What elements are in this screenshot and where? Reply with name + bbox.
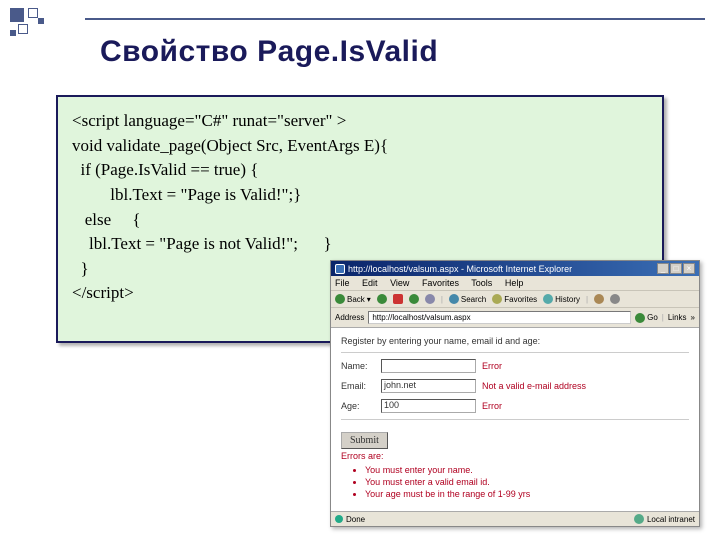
menu-favorites[interactable]: Favorites — [422, 278, 459, 288]
address-input[interactable]: http://localhost/valsum.aspx — [368, 311, 631, 324]
close-button[interactable]: × — [683, 263, 695, 274]
menu-view[interactable]: View — [390, 278, 409, 288]
submit-button[interactable]: Submit — [341, 432, 388, 449]
name-label: Name: — [341, 361, 375, 371]
age-input[interactable]: 100 — [381, 399, 476, 413]
status-text: Done — [346, 515, 365, 524]
age-label: Age: — [341, 401, 375, 411]
browser-window: http://localhost/valsum.aspx - Microsoft… — [330, 260, 700, 527]
status-icon — [335, 515, 343, 523]
name-error: Error — [482, 361, 502, 371]
name-input[interactable] — [381, 359, 476, 373]
search-icon — [449, 294, 459, 304]
age-error: Error — [482, 401, 502, 411]
email-error: Not a valid e-mail address — [482, 381, 586, 391]
home-button[interactable] — [425, 294, 435, 304]
menu-help[interactable]: Help — [505, 278, 524, 288]
slide-top-border — [85, 18, 705, 20]
browser-addressbar: Address http://localhost/valsum.aspx Go … — [331, 308, 699, 328]
go-button[interactable]: Go — [635, 313, 658, 323]
page-title: Свойство Page.IsValid — [100, 35, 438, 69]
ie-icon — [335, 264, 345, 274]
code-line: else { — [72, 208, 648, 233]
menu-edit[interactable]: Edit — [362, 278, 378, 288]
search-button[interactable]: Search — [449, 294, 486, 304]
favorites-button[interactable]: Favorites — [492, 294, 537, 304]
print-button[interactable] — [610, 294, 620, 304]
menu-file[interactable]: File — [335, 278, 350, 288]
history-icon — [543, 294, 553, 304]
browser-menubar: File Edit View Favorites Tools Help — [331, 276, 699, 291]
mail-icon — [594, 294, 604, 304]
code-line: <script language="C#" runat="server" > — [72, 109, 648, 134]
code-line: lbl.Text = "Page is not Valid!"; } — [72, 232, 648, 257]
age-row: Age: 100 Error — [341, 399, 689, 413]
error-item: Your age must be in the range of 1-99 yr… — [365, 489, 689, 499]
history-button[interactable]: History — [543, 294, 580, 304]
mail-button[interactable] — [594, 294, 604, 304]
code-line: lbl.Text = "Page is Valid!";} — [72, 183, 648, 208]
browser-statusbar: Done Local intranet — [331, 511, 699, 526]
intranet-icon — [634, 514, 644, 524]
error-list: You must enter your name. You must enter… — [365, 465, 689, 499]
minimize-button[interactable]: _ — [657, 263, 669, 274]
menu-tools[interactable]: Tools — [471, 278, 492, 288]
refresh-icon — [409, 294, 419, 304]
favorites-icon — [492, 294, 502, 304]
refresh-button[interactable] — [409, 294, 419, 304]
browser-title-text: http://localhost/valsum.aspx - Microsoft… — [348, 264, 572, 274]
forward-button[interactable] — [377, 294, 387, 304]
links-chevron-icon: » — [691, 313, 695, 322]
back-arrow-icon — [335, 294, 345, 304]
forward-arrow-icon — [377, 294, 387, 304]
page-content: Register by entering your name, email id… — [331, 328, 699, 511]
back-button[interactable]: Back ▾ — [335, 294, 371, 304]
maximize-button[interactable]: □ — [670, 263, 682, 274]
error-item: You must enter a valid email id. — [365, 477, 689, 487]
address-label: Address — [335, 313, 364, 322]
go-icon — [635, 313, 645, 323]
browser-titlebar: http://localhost/valsum.aspx - Microsoft… — [331, 261, 699, 276]
stop-icon — [393, 294, 403, 304]
home-icon — [425, 294, 435, 304]
email-row: Email: john.net Not a valid e-mail addre… — [341, 379, 689, 393]
print-icon — [610, 294, 620, 304]
form-heading: Register by entering your name, email id… — [341, 336, 689, 346]
name-row: Name: Error — [341, 359, 689, 373]
stop-button[interactable] — [393, 294, 403, 304]
email-label: Email: — [341, 381, 375, 391]
browser-toolbar: Back ▾ | Search Favorites History | — [331, 291, 699, 308]
errors-header: Errors are: — [341, 451, 689, 461]
status-zone: Local intranet — [647, 515, 695, 524]
code-line: void validate_page(Object Src, EventArgs… — [72, 134, 648, 159]
error-item: You must enter your name. — [365, 465, 689, 475]
code-line: if (Page.IsValid == true) { — [72, 158, 648, 183]
email-input[interactable]: john.net — [381, 379, 476, 393]
links-button[interactable]: Links — [668, 313, 687, 322]
